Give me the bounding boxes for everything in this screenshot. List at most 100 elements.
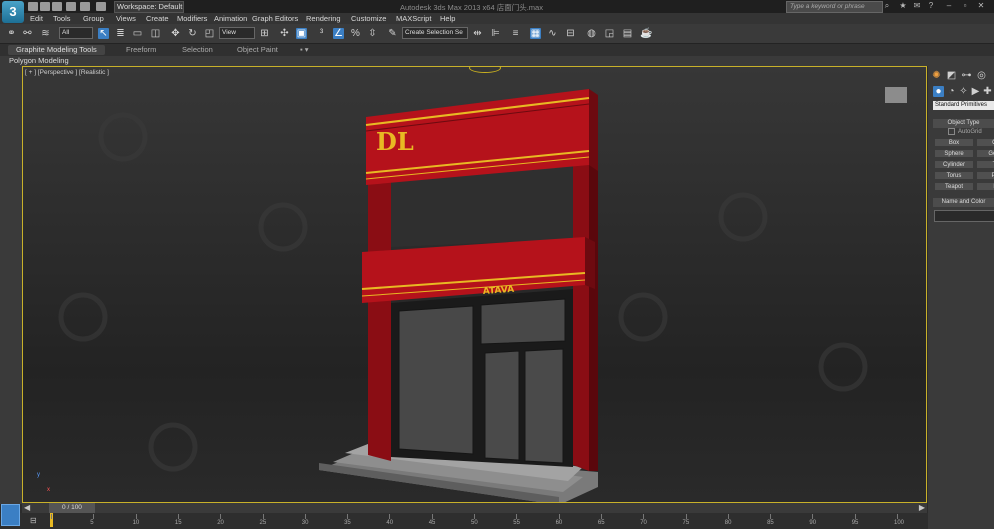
menu-animation[interactable]: Animation (214, 14, 247, 23)
create-tab-icon[interactable]: ✺ (931, 70, 942, 81)
snaps-toggle-icon[interactable]: ³ (316, 28, 327, 39)
pivot-center-icon[interactable]: ⊞ (259, 28, 270, 39)
maximize-icon[interactable]: ▫ (960, 1, 970, 11)
edit-named-selection-icon[interactable]: ✎ (387, 28, 398, 39)
keyboard-shortcut-override-icon[interactable]: ▣ (296, 28, 307, 39)
motion-tab-icon[interactable]: ◎ (976, 70, 987, 81)
app-logo-icon[interactable]: 3 (2, 1, 24, 23)
render-setup-icon[interactable]: ◲ (604, 28, 615, 39)
slider-next-icon[interactable]: ▶ (919, 503, 925, 512)
torus-button[interactable]: Torus (934, 171, 974, 180)
object-type-rollout[interactable]: Object Type (933, 119, 994, 128)
select-and-move-icon[interactable]: ✥ (170, 28, 181, 39)
menu-customize[interactable]: Customize (351, 14, 386, 23)
schematic-view-icon[interactable]: ⊟ (565, 28, 576, 39)
name-and-color-rollout[interactable]: Name and Color (933, 198, 994, 207)
tab-object-paint[interactable]: Object Paint (237, 45, 278, 55)
box-button[interactable]: Box (934, 138, 974, 147)
helpers-icon[interactable]: ✚ (982, 86, 993, 97)
new-file-icon[interactable] (28, 2, 38, 11)
cameras-icon[interactable]: ▶ (970, 86, 981, 97)
redo-icon[interactable] (80, 2, 90, 11)
menu-graph-editors[interactable]: Graph Editors (252, 14, 298, 23)
unlink-icon[interactable]: ⚯ (22, 28, 33, 39)
tab-graphite-modeling-tools[interactable]: Graphite Modeling Tools (8, 45, 105, 55)
selection-filter-dropdown[interactable]: All (59, 27, 93, 39)
project-folder-icon[interactable] (96, 2, 106, 11)
search-icon[interactable]: ⌕ (882, 1, 892, 11)
bind-space-warp-icon[interactable]: ≋ (40, 28, 51, 39)
open-file-icon[interactable] (40, 2, 50, 11)
autogrid-checkbox[interactable]: AutoGrid (948, 128, 982, 135)
select-and-rotate-icon[interactable]: ↻ (187, 28, 198, 39)
teapot-button[interactable]: Teapot (934, 182, 974, 191)
manipulate-icon[interactable]: ✣ (279, 28, 290, 39)
sphere-button[interactable]: Sphere (934, 149, 974, 158)
select-by-name-icon[interactable]: ≣ (115, 28, 126, 39)
tab-freeform[interactable]: Freeform (126, 45, 156, 55)
modify-tab-icon[interactable]: ◩ (946, 70, 957, 81)
menu-tools[interactable]: Tools (53, 14, 71, 23)
storefront-model: DL ATAVA (58, 89, 868, 502)
maxscript-listener-button[interactable] (1, 504, 20, 526)
tab-selection[interactable]: Selection (182, 45, 213, 55)
rectangular-selection-icon[interactable]: ▭ (132, 28, 143, 39)
subscription-icon[interactable]: ★ (898, 1, 908, 11)
pyramid-button[interactable]: Pyr (976, 171, 994, 180)
polygon-modeling-bar[interactable]: Polygon Modeling (0, 56, 994, 66)
curve-editor-icon[interactable]: ∿ (547, 28, 558, 39)
select-and-scale-icon[interactable]: ◰ (204, 28, 215, 39)
geometry-icon[interactable]: ● (933, 86, 944, 97)
align-icon[interactable]: ⊫ (490, 28, 501, 39)
layer-manager-icon[interactable]: ≡ (510, 28, 521, 39)
shapes-icon[interactable]: ◔ (946, 86, 957, 97)
plane-button[interactable]: Pl (976, 182, 994, 191)
window-crossing-icon[interactable]: ◫ (150, 28, 161, 39)
perspective-viewport[interactable]: [ + ] [Perspective ] [Realistic ] DL ATA… (22, 66, 927, 503)
mirror-icon[interactable]: ⇹ (472, 28, 483, 39)
lights-icon[interactable]: ✧ (958, 86, 969, 97)
menu-modifiers[interactable]: Modifiers (177, 14, 207, 23)
search-input[interactable]: Type a keyword or phrase (786, 1, 883, 13)
minimize-icon[interactable]: – (944, 1, 954, 11)
material-editor-icon[interactable]: ◍ (586, 28, 597, 39)
tick-mark (770, 514, 772, 519)
hierarchy-tab-icon[interactable]: ⊶ (961, 70, 972, 81)
menu-edit[interactable]: Edit (30, 14, 43, 23)
time-slider-handle[interactable]: 0 / 100 (49, 503, 95, 513)
render-production-icon[interactable]: ☕ (640, 28, 652, 39)
time-slider[interactable]: 0 / 100 ◀ ▶ (22, 503, 927, 513)
mini-curve-editor-icon[interactable]: ⊟ (30, 516, 37, 525)
menu-rendering[interactable]: Rendering (306, 14, 341, 23)
object-name-field[interactable] (934, 210, 994, 222)
menu-help[interactable]: Help (440, 14, 455, 23)
menu-maxscript[interactable]: MAXScript (396, 14, 431, 23)
primitive-category-dropdown[interactable]: Standard Primitives (933, 101, 994, 110)
graphite-tools-toggle-icon[interactable]: ▦ (530, 28, 541, 39)
menu-group[interactable]: Group (83, 14, 104, 23)
named-selection-dropdown[interactable]: Create Selection Se (402, 27, 468, 39)
select-object-icon[interactable]: ↖ (98, 28, 109, 39)
menu-create[interactable]: Create (146, 14, 169, 23)
ribbon-options-icon[interactable]: ▪ ▾ (300, 45, 309, 55)
spinner-snap-icon[interactable]: ⇳ (367, 28, 378, 39)
help-icon[interactable]: ? (926, 1, 936, 11)
angle-snap-icon[interactable]: ∠ (333, 28, 344, 39)
track-bar[interactable]: ⊟ 5 10 15 20 25 30 35 40 45 50 55 60 65 70 75 80 85 90 95 1… (0, 513, 928, 529)
tube-button[interactable]: Tu (976, 160, 994, 169)
close-icon[interactable]: ✕ (976, 1, 986, 11)
communication-icon[interactable]: ✉ (912, 1, 922, 11)
geosphere-button[interactable]: GeoS (976, 149, 994, 158)
reference-coordinate-dropdown[interactable]: View (219, 27, 255, 39)
select-and-link-icon[interactable]: ⚭ (6, 28, 17, 39)
rendered-frame-window-icon[interactable]: ▤ (622, 28, 633, 39)
percent-snap-icon[interactable]: % (350, 28, 361, 39)
cone-button[interactable]: Co (976, 138, 994, 147)
undo-icon[interactable] (66, 2, 76, 11)
cylinder-button[interactable]: Cylinder (934, 160, 974, 169)
workspace-dropdown[interactable]: Workspace: Default (114, 1, 184, 13)
save-file-icon[interactable] (52, 2, 62, 11)
menu-views[interactable]: Views (116, 14, 136, 23)
slider-prev-icon[interactable]: ◀ (24, 503, 30, 512)
tick-label: 35 (344, 520, 351, 526)
